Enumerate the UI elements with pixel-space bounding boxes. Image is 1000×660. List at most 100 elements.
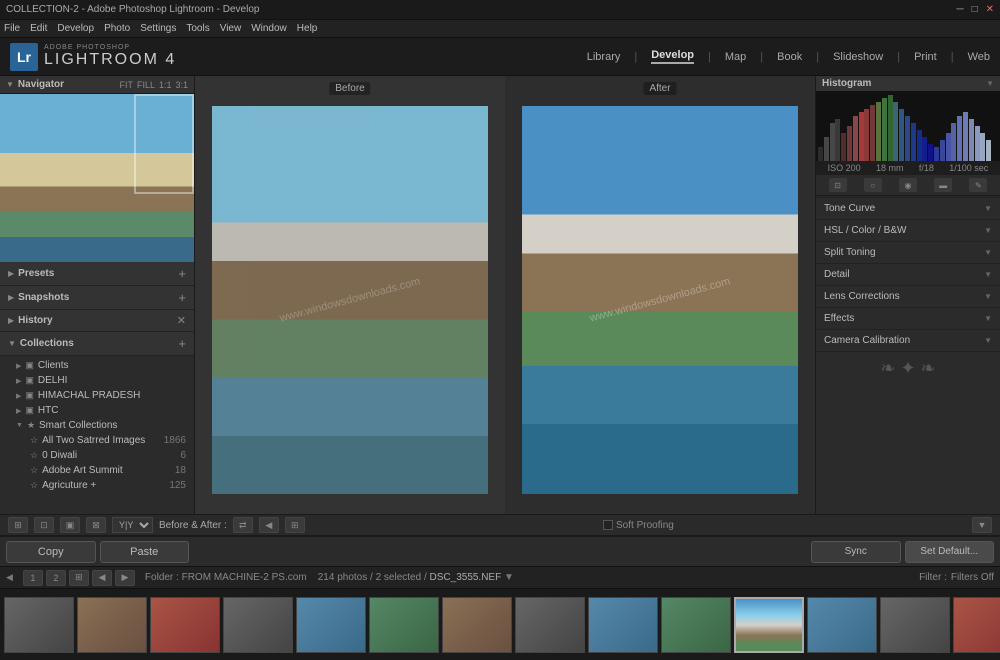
presets-add-btn[interactable]: + xyxy=(178,266,186,281)
filter-label: Filter : xyxy=(919,572,947,583)
soft-proofing-checkbox[interactable] xyxy=(603,520,613,530)
after-photo-area: www.windowsdownloads.com xyxy=(505,76,815,514)
filmstrip-grid[interactable]: ⊞ xyxy=(69,570,89,586)
maximize-btn[interactable]: □ xyxy=(972,4,978,15)
collection-smart[interactable]: ▼ ★ Smart Collections xyxy=(0,418,194,433)
nav-book[interactable]: Book xyxy=(777,51,802,63)
section-tone-curve[interactable]: Tone Curve ▼ xyxy=(816,198,1000,220)
menu-window[interactable]: Window xyxy=(251,23,287,34)
view-survey-btn[interactable]: ⊠ xyxy=(86,517,106,533)
collection-delhi[interactable]: ▶ ▣ DELHI xyxy=(0,373,194,388)
paste-button[interactable]: Paste xyxy=(100,541,190,563)
nav-web[interactable]: Web xyxy=(968,51,990,63)
collection-himachal[interactable]: ▶ ▣ HIMACHAL PRADESH xyxy=(0,388,194,403)
menu-photo[interactable]: Photo xyxy=(104,23,130,34)
header: Lr ADOBE PHOTOSHOP LIGHTROOM 4 Library |… xyxy=(0,38,1000,76)
collections-section-header[interactable]: ▼ Collections + xyxy=(0,332,194,356)
filmstrip-thumb-13[interactable] xyxy=(880,597,950,653)
filmstrip-thumb-14[interactable] xyxy=(953,597,1000,653)
collection-clients[interactable]: ▶ ▣ Clients xyxy=(0,358,194,373)
set-default-button[interactable]: Set Default... xyxy=(905,541,995,563)
collections-add-btn[interactable]: + xyxy=(178,336,186,351)
filmstrip-thumb-4[interactable] xyxy=(223,597,293,653)
filmstrip xyxy=(0,588,1000,660)
nav-map[interactable]: Map xyxy=(725,51,746,63)
filmstrip-thumb-9[interactable] xyxy=(588,597,658,653)
section-split-toning[interactable]: Split Toning ▼ xyxy=(816,242,1000,264)
filmstrip-thumb-6[interactable] xyxy=(369,597,439,653)
filmstrip-thumb-5[interactable] xyxy=(296,597,366,653)
collection-htc[interactable]: ▶ ▣ HTC xyxy=(0,403,194,418)
view-compare-btn[interactable]: ▣ xyxy=(60,517,80,533)
menu-settings[interactable]: Settings xyxy=(140,23,176,34)
collection-agricuture[interactable]: ☆ Agricuture + 125 xyxy=(0,478,194,493)
filmstrip-thumb-1[interactable] xyxy=(4,597,74,653)
filmstrip-thumb-7[interactable] xyxy=(442,597,512,653)
filmstrip-prev[interactable]: ◀ xyxy=(92,570,112,586)
brush-icon[interactable]: ✎ xyxy=(969,178,987,192)
menu-file[interactable]: File xyxy=(4,23,20,34)
menu-edit[interactable]: Edit xyxy=(30,23,47,34)
filter-value[interactable]: Filters Off xyxy=(951,572,994,583)
filmstrip-nav-2[interactable]: 2 xyxy=(46,570,66,586)
nav-1-1[interactable]: 1:1 xyxy=(159,80,172,90)
view-grid-btn[interactable]: ⊞ xyxy=(8,517,28,533)
bottom-toolbar: ⊞ ⊡ ▣ ⊠ Y|Y Before & After : ⇄ ◀ ⊞ Soft … xyxy=(0,514,1000,536)
redeye-icon[interactable]: ◉ xyxy=(899,178,917,192)
filmstrip-thumb-3[interactable] xyxy=(150,597,220,653)
section-hsl[interactable]: HSL / Color / B&W ▼ xyxy=(816,220,1000,242)
minimize-btn[interactable]: ─ xyxy=(956,4,963,15)
nav-slideshow[interactable]: Slideshow xyxy=(833,51,883,63)
navigator-section-header[interactable]: ▼ Navigator FIT FILL 1:1 3:1 xyxy=(0,76,194,94)
filmstrip-next[interactable]: ▶ xyxy=(115,570,135,586)
collection-diwali[interactable]: ☆ 0 Diwali 6 xyxy=(0,448,194,463)
right-panel-sections: Basic ▲ Tone Curve ▼ HSL / Color / B&W ▼… xyxy=(816,176,1000,514)
spot-heal-icon[interactable]: ○ xyxy=(864,178,882,192)
nav-fill[interactable]: FILL xyxy=(137,80,155,90)
close-btn[interactable]: ✕ xyxy=(986,4,994,15)
exif-shutter: 1/100 sec xyxy=(949,163,988,173)
menu-help[interactable]: Help xyxy=(297,23,318,34)
history-clear-btn[interactable]: ✕ xyxy=(177,314,186,327)
section-camera-calibration[interactable]: Camera Calibration ▼ xyxy=(816,330,1000,352)
snapshots-add-btn[interactable]: + xyxy=(178,290,186,305)
collection-two-starred[interactable]: ☆ All Two Satrred Images 1866 xyxy=(0,433,194,448)
collection-adobe-art[interactable]: ☆ Adobe Art Summit 18 xyxy=(0,463,194,478)
filmstrip-thumb-2[interactable] xyxy=(77,597,147,653)
titlebar-text: COLLECTION-2 - Adobe Photoshop Lightroom… xyxy=(6,4,259,15)
filmstrip-thumb-10[interactable] xyxy=(661,597,731,653)
gradient-icon[interactable]: ▬ xyxy=(934,178,952,192)
nav-3-1[interactable]: 3:1 xyxy=(175,80,188,90)
filmstrip-thumb-11[interactable] xyxy=(734,597,804,653)
nav-print[interactable]: Print xyxy=(914,51,937,63)
presets-section-header[interactable]: ▶ Presets + xyxy=(0,262,194,286)
view-loupe-btn[interactable]: ⊡ xyxy=(34,517,54,533)
crop-icon[interactable]: ⊡ xyxy=(829,178,847,192)
copy-button[interactable]: Copy xyxy=(6,541,96,563)
history-section-header[interactable]: ▶ History ✕ xyxy=(0,310,194,332)
section-detail[interactable]: Detail ▼ xyxy=(816,264,1000,286)
mode-select[interactable]: Y|Y xyxy=(112,517,153,533)
sync-button[interactable]: Sync xyxy=(811,541,901,563)
navigator-thumbnail xyxy=(0,94,194,262)
filmstrip-prev-btn[interactable]: ◀ xyxy=(6,572,13,583)
toolbar-right-arrow[interactable]: ▼ xyxy=(972,517,992,533)
nav-develop[interactable]: Develop xyxy=(651,49,694,64)
histogram-canvas xyxy=(816,91,1000,161)
menu-develop[interactable]: Develop xyxy=(57,23,94,34)
section-effects[interactable]: Effects ▼ xyxy=(816,308,1000,330)
filmstrip-thumb-12[interactable] xyxy=(807,597,877,653)
nav-library[interactable]: Library xyxy=(587,51,621,63)
menu-tools[interactable]: Tools xyxy=(186,23,209,34)
filmstrip-nav-1[interactable]: 1 xyxy=(23,570,43,586)
selected-file: DSC_3555.NEF xyxy=(430,572,502,583)
layout-btn[interactable]: ⊞ xyxy=(285,517,305,533)
prev-btn[interactable]: ◀ xyxy=(259,517,279,533)
filmstrip-thumb-8[interactable] xyxy=(515,597,585,653)
menu-view[interactable]: View xyxy=(220,23,242,34)
nav-fit[interactable]: FIT xyxy=(119,80,133,90)
swap-btn[interactable]: ⇄ xyxy=(233,517,253,533)
section-lens-corrections[interactable]: Lens Corrections ▼ xyxy=(816,286,1000,308)
snapshots-section-header[interactable]: ▶ Snapshots + xyxy=(0,286,194,310)
soft-proofing: Soft Proofing xyxy=(603,520,674,531)
